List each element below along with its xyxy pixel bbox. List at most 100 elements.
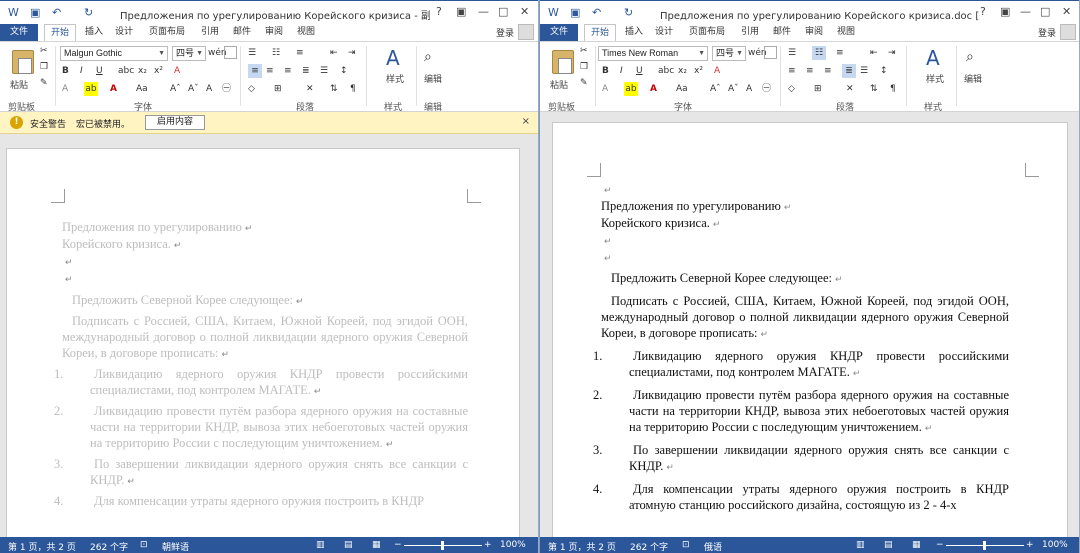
align-right-icon[interactable]: ≡ xyxy=(824,64,832,78)
avatar[interactable] xyxy=(518,24,534,40)
tab-mailings[interactable]: 邮件 xyxy=(768,24,796,41)
change-case-icon[interactable]: Aa xyxy=(676,82,688,96)
superscript-icon[interactable]: x² xyxy=(154,64,163,78)
print-layout-icon[interactable]: ▤ xyxy=(884,540,893,550)
close-button[interactable]: ✕ xyxy=(1062,5,1071,18)
asian-layout-icon[interactable]: ✕ xyxy=(306,82,314,96)
italic-icon[interactable]: I xyxy=(620,64,623,78)
binoculars-icon[interactable]: ⌕ xyxy=(424,50,432,64)
help-icon[interactable]: ? xyxy=(980,5,986,18)
char-border-icon[interactable] xyxy=(224,46,237,59)
maximize-button[interactable]: □ xyxy=(498,5,508,18)
minimize-button[interactable]: — xyxy=(1020,5,1031,18)
undo-icon[interactable]: ↶ xyxy=(52,6,61,19)
asian-layout-icon[interactable]: ✕ xyxy=(846,82,854,96)
enable-content-button[interactable]: 启用内容 xyxy=(145,115,205,130)
strikethrough-icon[interactable]: abc xyxy=(118,64,134,78)
distributed-icon[interactable]: ☰ xyxy=(320,64,328,78)
enclose-char-icon[interactable]: ㊀ xyxy=(762,82,771,96)
multilevel-list-icon[interactable]: ≡ xyxy=(296,46,304,60)
char-shading-icon[interactable]: A xyxy=(746,82,752,96)
page-count[interactable]: 第 1 页，共 2 页 xyxy=(548,540,616,553)
tab-design[interactable]: 设计 xyxy=(110,24,138,41)
document-page[interactable]: Предложения по урегулированию ↵ Корейског… xyxy=(6,148,520,548)
shrink-font-icon[interactable]: Aˇ xyxy=(728,82,739,96)
word-count[interactable]: 262 个字 xyxy=(630,540,668,553)
show-marks-icon[interactable]: ¶ xyxy=(890,82,896,96)
zoom-out-icon[interactable]: − xyxy=(936,540,944,550)
grow-font-icon[interactable]: Aˆ xyxy=(710,82,721,96)
redo-icon[interactable]: ↻ xyxy=(84,6,93,19)
tab-references[interactable]: 引用 xyxy=(736,24,764,41)
zoom-level[interactable]: 100% xyxy=(1042,540,1068,550)
align-left-icon[interactable]: ≡ xyxy=(788,64,796,78)
bullets-icon[interactable]: ☰ xyxy=(788,46,796,60)
align-left-icon[interactable]: ≡ xyxy=(248,64,262,78)
shading-icon[interactable]: ◇ xyxy=(788,82,795,96)
bullets-icon[interactable]: ☰ xyxy=(248,46,256,60)
sort-icon[interactable]: ⇅ xyxy=(330,82,338,96)
redo-icon[interactable]: ↻ xyxy=(624,6,633,19)
zoom-in-icon[interactable]: + xyxy=(1026,540,1034,550)
highlight-icon[interactable]: ab xyxy=(84,82,98,96)
tab-insert[interactable]: 插入 xyxy=(620,24,648,41)
numbering-icon[interactable]: ☷ xyxy=(272,46,280,60)
minimize-button[interactable]: — xyxy=(478,5,489,18)
italic-icon[interactable]: I xyxy=(80,64,83,78)
show-marks-icon[interactable]: ¶ xyxy=(350,82,356,96)
change-case-icon[interactable]: Aa xyxy=(136,82,148,96)
tab-view[interactable]: 视图 xyxy=(292,24,320,41)
ribbon-display-icon[interactable]: ▣ xyxy=(1000,5,1010,18)
line-spacing-icon[interactable]: ↕ xyxy=(340,64,348,78)
clear-format-icon[interactable]: A xyxy=(174,64,180,78)
zoom-slider-handle[interactable] xyxy=(441,541,444,550)
font-color-icon[interactable]: A xyxy=(650,82,657,96)
underline-icon[interactable]: U xyxy=(96,64,103,78)
copy-icon[interactable]: ❐ xyxy=(580,60,588,74)
line-spacing-icon[interactable]: ↕ xyxy=(880,64,888,78)
zoom-level[interactable]: 100% xyxy=(500,540,526,550)
paste-button[interactable]: 粘贴 xyxy=(548,48,582,100)
format-painter-icon[interactable]: ✎ xyxy=(40,76,48,90)
login-link[interactable]: 登录 xyxy=(1038,26,1056,39)
close-icon[interactable]: × xyxy=(522,116,530,127)
proofing-icon[interactable]: ⊡ xyxy=(682,540,690,550)
document-text[interactable]: ↵ Предложения по урегулированию ↵ Корейск… xyxy=(593,181,1009,513)
copy-icon[interactable]: ❐ xyxy=(40,60,48,74)
font-size-select[interactable]: 四号 ▼ xyxy=(712,46,746,61)
superscript-icon[interactable]: x² xyxy=(694,64,703,78)
char-shading-icon[interactable]: A xyxy=(206,82,212,96)
web-layout-icon[interactable]: ▦ xyxy=(372,540,381,550)
font-name-select[interactable]: Times New Roman ▼ xyxy=(598,46,708,61)
decrease-indent-icon[interactable]: ⇤ xyxy=(330,46,338,60)
subscript-icon[interactable]: x₂ xyxy=(678,64,687,78)
shrink-font-icon[interactable]: Aˇ xyxy=(188,82,199,96)
tab-home[interactable]: 开始 xyxy=(44,24,76,41)
font-color-icon[interactable]: A xyxy=(110,82,117,96)
align-center-icon[interactable]: ≡ xyxy=(266,64,274,78)
strikethrough-icon[interactable]: abc xyxy=(658,64,674,78)
language[interactable]: 朝鲜语 xyxy=(162,540,189,553)
justify-icon[interactable]: ≣ xyxy=(302,64,310,78)
increase-indent-icon[interactable]: ⇥ xyxy=(888,46,896,60)
multilevel-list-icon[interactable]: ≡ xyxy=(836,46,844,60)
styles-icon[interactable]: A xyxy=(386,46,400,70)
decrease-indent-icon[interactable]: ⇤ xyxy=(870,46,878,60)
borders-icon[interactable]: ⊞ xyxy=(274,82,282,96)
read-mode-icon[interactable]: ▥ xyxy=(856,540,865,550)
highlight-icon[interactable]: ab xyxy=(624,82,638,96)
tab-references[interactable]: 引用 xyxy=(196,24,224,41)
help-icon[interactable]: ? xyxy=(436,5,442,18)
tab-home[interactable]: 开始 xyxy=(584,24,616,41)
align-right-icon[interactable]: ≡ xyxy=(284,64,292,78)
text-effects-icon[interactable]: A xyxy=(602,82,608,96)
numbering-icon[interactable]: ☷ xyxy=(812,46,826,60)
grow-font-icon[interactable]: Aˆ xyxy=(170,82,181,96)
save-icon[interactable]: ▣ xyxy=(570,6,580,19)
tab-layout[interactable]: 页面布局 xyxy=(682,24,732,41)
char-border-icon[interactable] xyxy=(764,46,777,59)
undo-icon[interactable]: ↶ xyxy=(592,6,601,19)
format-painter-icon[interactable]: ✎ xyxy=(580,76,588,90)
text-effects-icon[interactable]: A xyxy=(62,82,68,96)
font-size-select[interactable]: 四号 ▼ xyxy=(172,46,206,61)
